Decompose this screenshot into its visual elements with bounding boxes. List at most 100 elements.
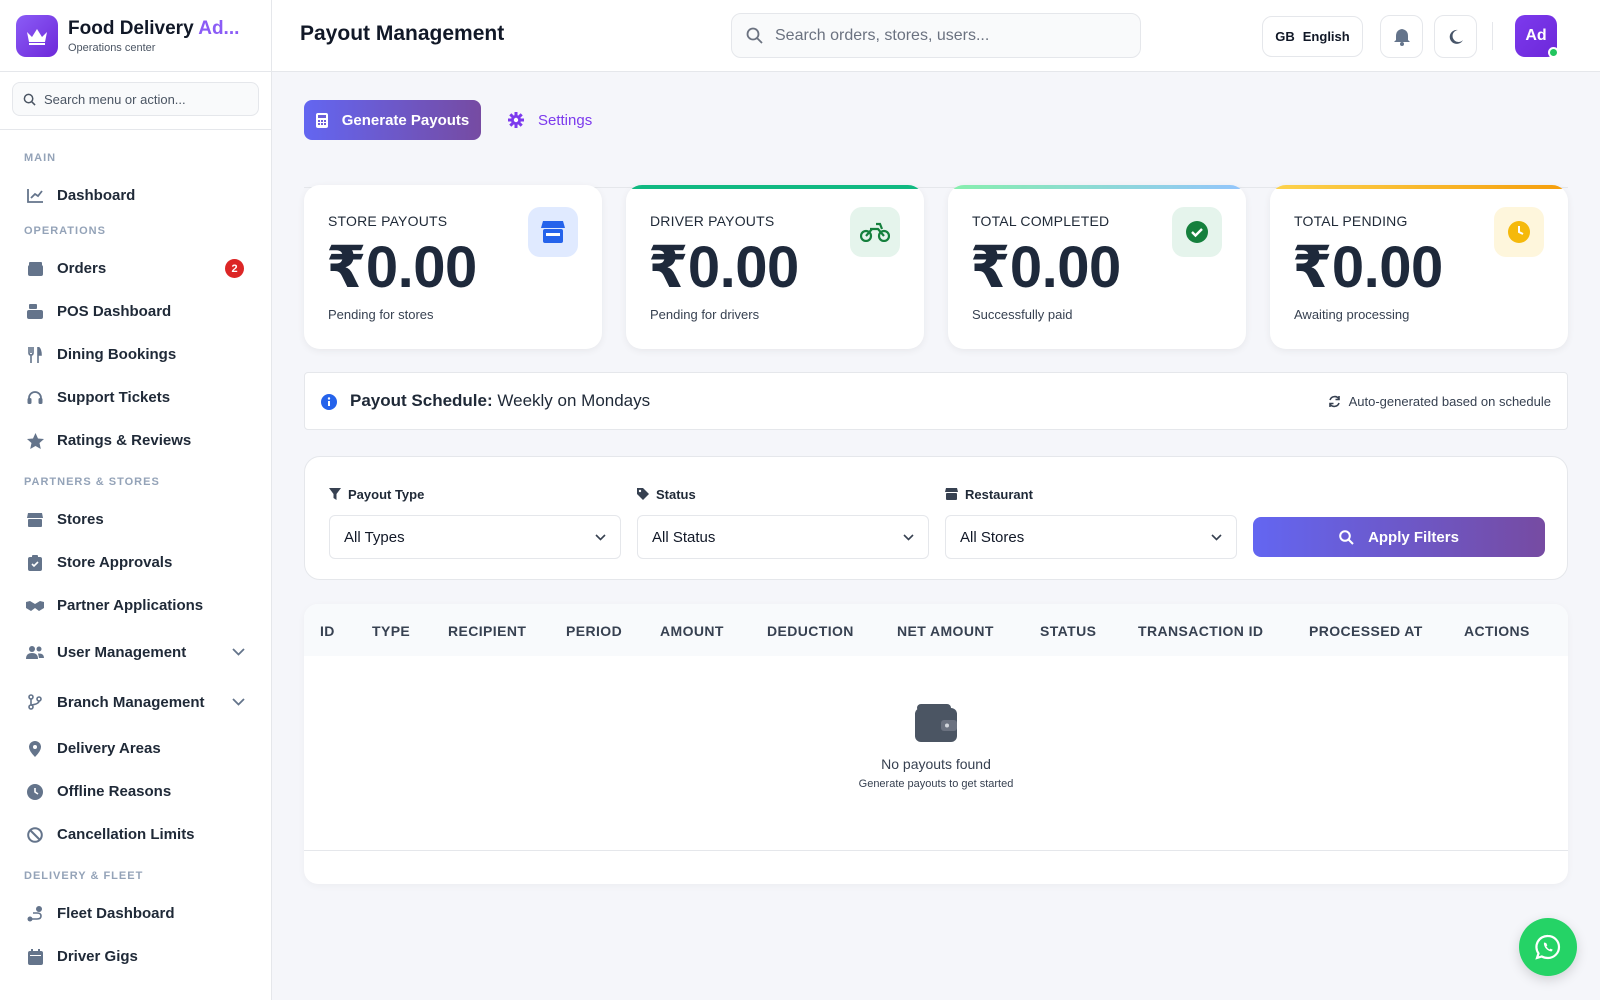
empty-subtitle: Generate payouts to get started xyxy=(858,778,1014,790)
orders-count-badge: 2 xyxy=(225,259,244,278)
apply-filters-button[interactable]: Apply Filters xyxy=(1253,517,1545,557)
payout-schedule-bar: Payout Schedule: Weekly on Mondays Auto-… xyxy=(304,372,1568,430)
sidebar-item-label: Stores xyxy=(57,511,104,528)
sidebar-item-fleet-dashboard[interactable]: Fleet Dashboard xyxy=(0,892,271,935)
search-icon xyxy=(23,93,36,106)
route-icon xyxy=(26,905,44,923)
nav-section-operations: OPERATIONS xyxy=(24,225,106,237)
sidebar-search[interactable] xyxy=(12,82,259,116)
search-icon xyxy=(1339,529,1354,545)
generate-payouts-button[interactable]: Generate Payouts xyxy=(304,100,481,140)
nav-section-delivery: DELIVERY & FLEET xyxy=(24,870,144,882)
gear-icon xyxy=(508,112,524,128)
store-icon xyxy=(945,488,958,500)
table-header: ID TYPE RECIPIENT PERIOD AMOUNT DEDUCTIO… xyxy=(304,604,1568,656)
clipboard-check-icon xyxy=(26,554,44,572)
users-icon xyxy=(26,643,44,661)
check-circle-icon xyxy=(1172,207,1222,257)
sidebar-item-label: Fleet Dashboard xyxy=(57,905,175,922)
sidebar-item-dashboard[interactable]: Dashboard xyxy=(0,174,271,217)
clock-icon xyxy=(1494,207,1544,257)
stat-label: TOTAL COMPLETED xyxy=(972,213,1110,229)
filter-icon xyxy=(329,488,341,500)
store-icon xyxy=(26,511,44,529)
sidebar-item-driver-gigs[interactable]: Driver Gigs xyxy=(0,935,271,978)
filter-status: Status All Status xyxy=(637,485,929,559)
notifications-button[interactable] xyxy=(1380,15,1423,58)
stat-value: ₹0.00 xyxy=(970,235,1121,300)
chevron-down-icon[interactable] xyxy=(232,648,245,656)
sidebar-item-user-management[interactable]: User Management xyxy=(0,627,271,677)
store-icon xyxy=(528,207,578,257)
sidebar-item-label: Driver Gigs xyxy=(57,948,138,965)
stat-value: ₹0.00 xyxy=(1292,235,1443,300)
sidebar-item-offline-reasons[interactable]: Offline Reasons xyxy=(0,770,271,813)
search-icon xyxy=(746,27,763,44)
chart-line-icon xyxy=(26,187,44,205)
settings-button[interactable]: Settings xyxy=(508,100,592,140)
whatsapp-chat-button[interactable] xyxy=(1519,918,1577,976)
column-header[interactable]: TRANSACTION ID xyxy=(1138,623,1263,639)
global-search-input[interactable] xyxy=(775,26,1115,45)
filter-payout-type: Payout Type All Types xyxy=(329,485,621,559)
sidebar-item-label: POS Dashboard xyxy=(57,303,172,320)
sidebar-item-ratings[interactable]: Ratings & Reviews xyxy=(0,419,271,462)
table-footer-divider xyxy=(304,850,1568,851)
sidebar-item-pos[interactable]: POS Dashboard xyxy=(0,290,271,333)
column-header[interactable]: AMOUNT xyxy=(660,623,724,639)
column-header[interactable]: PERIOD xyxy=(566,623,622,639)
theme-toggle-button[interactable] xyxy=(1434,15,1477,58)
cash-register-icon xyxy=(26,303,44,321)
headset-icon xyxy=(26,389,44,407)
column-header[interactable]: ID xyxy=(320,623,335,639)
sidebar-item-delivery-areas[interactable]: Delivery Areas xyxy=(0,727,271,770)
moon-icon xyxy=(1448,29,1464,45)
column-header[interactable]: DEDUCTION xyxy=(767,623,854,639)
card-accent-bar xyxy=(948,185,1246,189)
column-header[interactable]: NET AMOUNT xyxy=(897,623,994,639)
card-accent-bar xyxy=(626,185,924,189)
schedule-note: Auto-generated based on schedule xyxy=(1328,394,1551,409)
language-selector[interactable]: GB English xyxy=(1262,16,1363,57)
sidebar-item-partner-applications[interactable]: Partner Applications xyxy=(0,584,271,627)
payout-type-select[interactable]: All Types xyxy=(329,515,621,559)
schedule-text: Payout Schedule: Weekly on Mondays xyxy=(350,391,651,410)
restaurant-select[interactable]: All Stores xyxy=(945,515,1237,559)
global-search[interactable] xyxy=(731,13,1141,58)
wallet-icon xyxy=(304,704,1568,742)
sidebar-item-branch-management[interactable]: Branch Management xyxy=(0,677,271,727)
stat-card-total-completed: TOTAL COMPLETED ₹0.00 Successfully paid xyxy=(948,185,1246,349)
sidebar-item-orders[interactable]: Orders 2 xyxy=(0,247,271,290)
column-header[interactable]: PROCESSED AT xyxy=(1309,623,1423,639)
sidebar-item-label: Branch Management xyxy=(57,693,205,711)
sidebar-item-support[interactable]: Support Tickets xyxy=(0,376,271,419)
sidebar-item-label: Partner Applications xyxy=(57,597,204,614)
status-select[interactable]: All Status xyxy=(637,515,929,559)
nav-section-partners: PARTNERS & STORES xyxy=(24,476,160,488)
sidebar-item-label: Store Approvals xyxy=(57,554,173,571)
column-header[interactable]: STATUS xyxy=(1040,623,1096,639)
sidebar-item-stores[interactable]: Stores xyxy=(0,498,271,541)
page-title: Payout Management xyxy=(300,22,505,45)
column-header[interactable]: TYPE xyxy=(372,623,410,639)
calendar-icon xyxy=(26,948,44,966)
sidebar-item-cancellation-limits[interactable]: Cancellation Limits xyxy=(0,813,271,856)
sidebar-item-store-approvals[interactable]: Store Approvals xyxy=(0,541,271,584)
column-header[interactable]: ACTIONS xyxy=(1464,623,1530,639)
sidebar-item-label: Dining Bookings xyxy=(57,346,177,363)
filter-restaurant: Restaurant All Stores xyxy=(945,485,1237,559)
brand[interactable]: Food Delivery Ad... Operations center xyxy=(0,0,271,72)
stat-card-store-payouts: STORE PAYOUTS ₹0.00 Pending for stores xyxy=(304,185,602,349)
sidebar-item-dining[interactable]: Dining Bookings xyxy=(0,333,271,376)
chevron-down-icon[interactable] xyxy=(232,698,245,706)
stat-label: STORE PAYOUTS xyxy=(328,213,448,229)
clock-icon xyxy=(26,783,44,801)
sidebar-search-input[interactable] xyxy=(44,91,244,107)
column-header[interactable]: RECIPIENT xyxy=(448,623,526,639)
stat-card-driver-payouts: DRIVER PAYOUTS ₹0.00 Pending for drivers xyxy=(626,185,924,349)
motorcycle-icon xyxy=(850,207,900,257)
header-divider xyxy=(1492,22,1493,50)
top-header: Payout Management GB English Ad xyxy=(272,0,1600,72)
bell-icon xyxy=(1393,28,1410,46)
sidebar: Food Delivery Ad... Operations center MA… xyxy=(0,0,272,1000)
